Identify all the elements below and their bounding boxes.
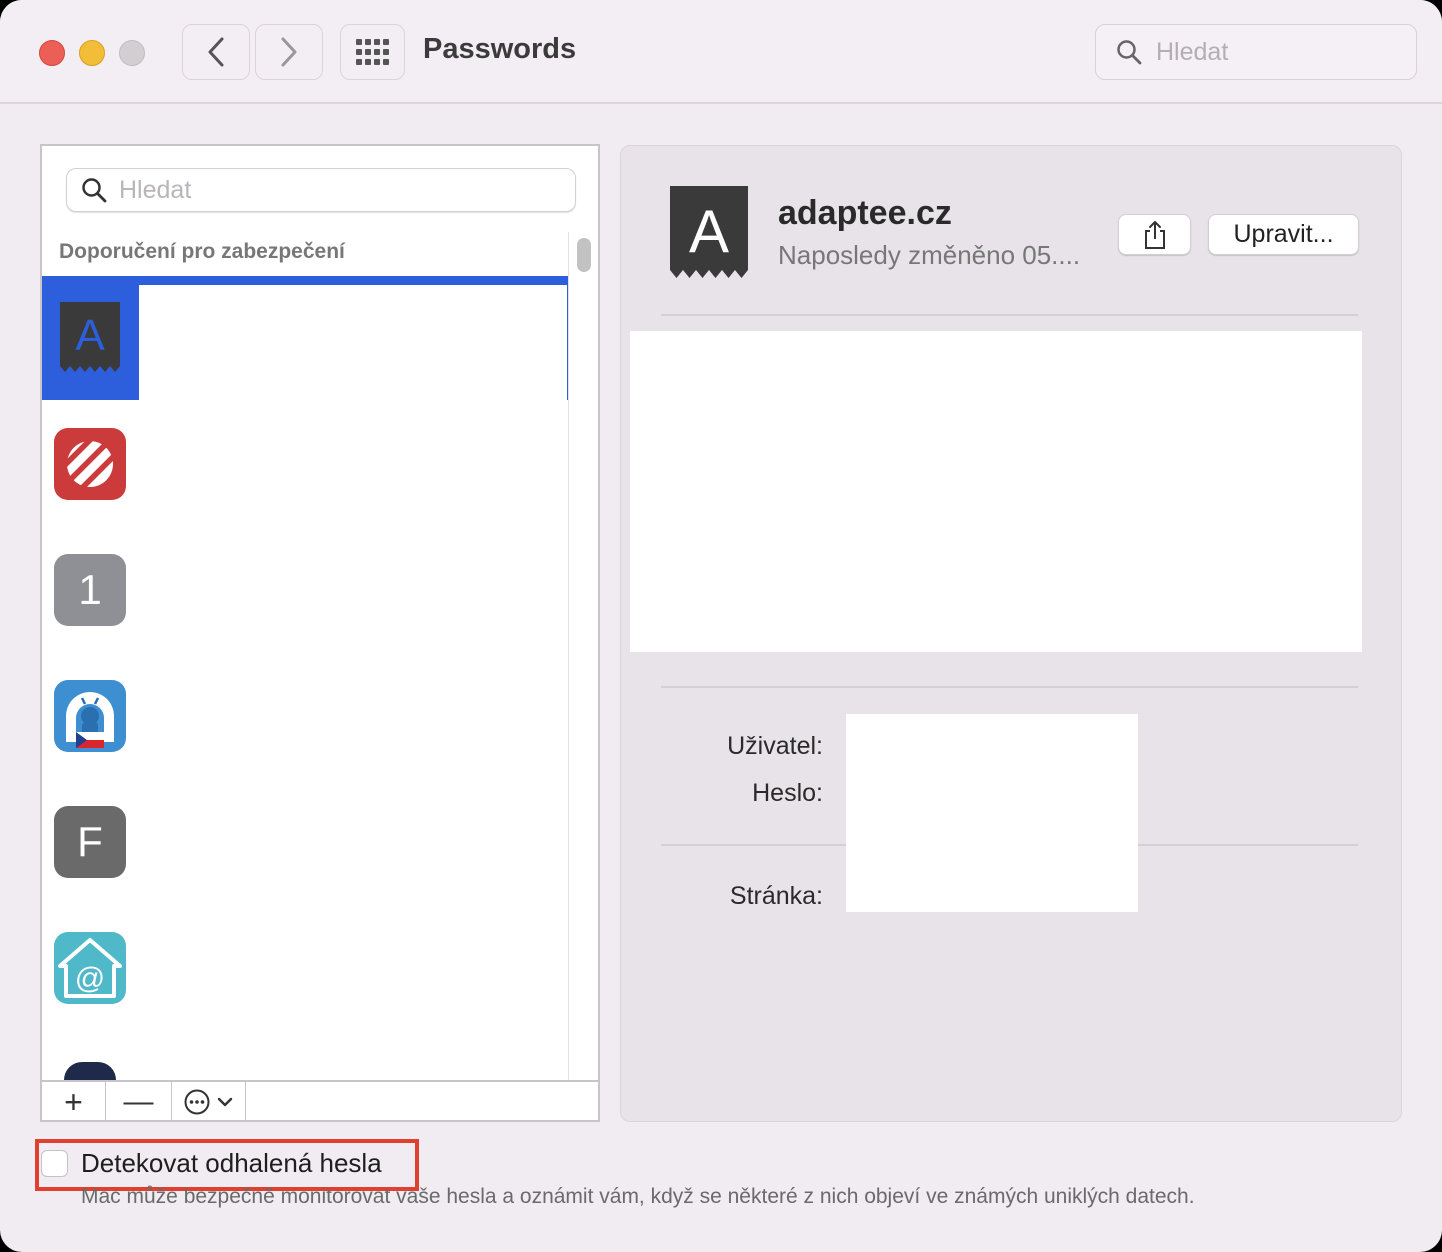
chevron-left-icon [208, 37, 224, 67]
list-item-icon-partial[interactable] [64, 1062, 116, 1080]
list-toolbar: + — [42, 1080, 598, 1122]
list-item-icon-robot[interactable] [54, 680, 126, 752]
site-title: adaptee.cz [778, 194, 952, 232]
list-item-icon-email[interactable]: @ [54, 932, 126, 1004]
letter-a-icon: A [670, 186, 748, 278]
password-detail-panel: A adaptee.cz Naposledy změněno 05.... Up… [620, 145, 1402, 1122]
divider [661, 686, 1358, 688]
svg-text:@: @ [75, 962, 105, 995]
list-item-selected[interactable]: A [42, 276, 139, 400]
list-item-icon-stripes[interactable] [54, 428, 126, 500]
robot-flag-icon [66, 692, 114, 748]
website-label: Stránka: [729, 882, 823, 910]
detect-compromised-description: Mac může bezpečně monitorovat vaše hesla… [81, 1185, 1195, 1208]
number-one-icon: 1 [78, 566, 102, 613]
search-icon [82, 178, 107, 203]
passwords-window: Passwords Hledat Hledat Doporučení pro z… [0, 0, 1442, 1252]
divider [661, 314, 1358, 316]
redacted-credentials [846, 714, 1138, 912]
search-icon [1117, 40, 1142, 65]
svg-text:A: A [689, 198, 729, 265]
back-button[interactable] [182, 24, 250, 80]
search-placeholder: Hledat [1156, 37, 1229, 66]
detect-compromised-label[interactable]: Detekovat odhalená hesla [81, 1148, 382, 1179]
letter-f-icon: F [77, 818, 103, 865]
preferences-search-field[interactable]: Hledat [1095, 24, 1417, 80]
more-options-button[interactable] [172, 1082, 246, 1122]
close-window-button[interactable] [39, 40, 65, 66]
password-search-field[interactable]: Hledat [66, 168, 576, 212]
password-list-panel: Hledat Doporučení pro zabezpečení A 1 F … [40, 144, 600, 1122]
detect-compromised-checkbox[interactable] [41, 1150, 68, 1177]
list-item-icon-one[interactable]: 1 [54, 554, 126, 626]
share-button[interactable] [1118, 214, 1191, 255]
password-label: Heslo: [752, 779, 823, 807]
minimize-window-button[interactable] [79, 40, 105, 66]
selected-row-edge [567, 276, 568, 400]
zoom-window-button[interactable] [119, 40, 145, 66]
window-title: Passwords [423, 33, 577, 65]
title-bar: Passwords Hledat [0, 0, 1442, 104]
add-password-button[interactable]: + [42, 1082, 106, 1122]
edit-button[interactable]: Upravit... [1208, 214, 1359, 255]
remove-password-button[interactable]: — [106, 1082, 172, 1122]
chevron-right-icon [281, 37, 297, 67]
scroll-track [568, 232, 569, 1082]
letter-a-icon: A [60, 302, 120, 372]
chevron-down-icon [217, 1097, 233, 1107]
search-placeholder: Hledat [119, 175, 192, 204]
ellipsis-circle-icon [184, 1089, 210, 1115]
svg-text:A: A [75, 311, 105, 360]
forward-button[interactable] [255, 24, 323, 80]
scrollbar-thumb[interactable] [577, 238, 591, 272]
show-all-preferences-button[interactable] [340, 24, 405, 80]
email-home-icon: @ [58, 938, 122, 998]
list-item-icon-f[interactable]: F [54, 806, 126, 878]
section-header: Doporučení pro zabezpečení [59, 240, 345, 263]
share-icon [1144, 220, 1165, 249]
redacted-area [630, 331, 1362, 652]
red-stripes-icon [56, 430, 122, 496]
grid-icon [355, 39, 389, 65]
last-modified-text: Naposledy změněno 05.... [778, 240, 1081, 270]
username-label: Uživatel: [727, 732, 823, 760]
